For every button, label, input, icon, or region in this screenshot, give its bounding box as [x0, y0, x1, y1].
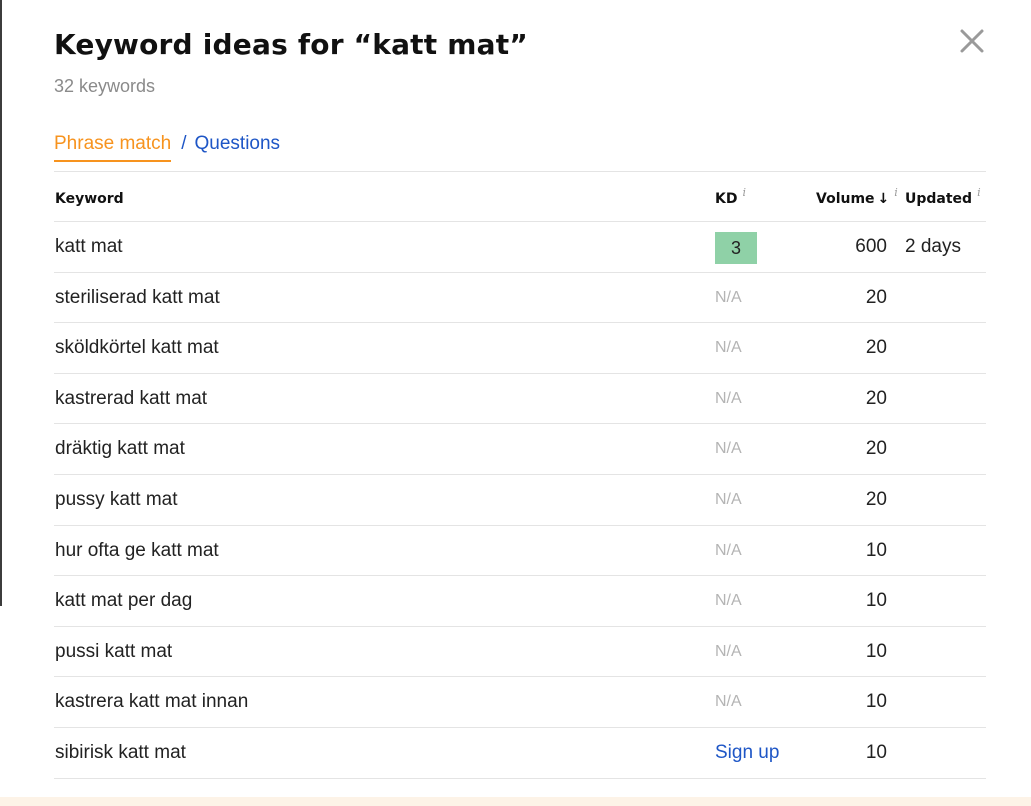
match-type-tabs: Phrase match / Questions	[54, 133, 280, 162]
keyword-cell[interactable]: pussi katt mat	[55, 641, 172, 663]
keyword-header-label: Keyword	[55, 191, 124, 207]
keyword-cell[interactable]: sköldkörtel katt mat	[55, 337, 219, 359]
table-row[interactable]: steriliserad katt mat N/A 20	[54, 273, 986, 324]
table-row[interactable]: sibirisk katt mat Sign up 10	[54, 728, 986, 779]
keyword-count: 32 keywords	[54, 76, 156, 96]
updated-cell: 2 days	[905, 236, 961, 257]
volume-cell: 20	[865, 438, 887, 460]
table-row[interactable]: dräktig katt mat N/A 20	[54, 424, 986, 475]
column-header-kd[interactable]: KD i	[715, 186, 746, 207]
kd-cell: N/A	[715, 339, 742, 357]
close-button[interactable]	[957, 26, 987, 56]
table-row[interactable]: pussi katt mat N/A 10	[54, 627, 986, 678]
kd-cell: N/A	[715, 490, 742, 508]
keyword-cell[interactable]: katt mat	[55, 236, 123, 258]
volume-cell: 10	[865, 640, 887, 662]
volume-header-label: Volume	[816, 191, 875, 207]
table-row[interactable]: sköldkörtel katt mat N/A 20	[54, 323, 986, 374]
keyword-cell[interactable]: dräktig katt mat	[55, 438, 185, 460]
bottom-banner-strip	[0, 797, 1031, 806]
kd-cell: N/A	[715, 693, 742, 711]
table-row[interactable]: pussy katt mat N/A 20	[54, 475, 986, 526]
volume-cell: 20	[865, 488, 887, 510]
table-row[interactable]: katt mat 3 600 2 days	[54, 222, 986, 273]
volume-cell: 10	[865, 590, 887, 612]
modal-title: Keyword ideas for “katt mat”	[54, 28, 528, 61]
kd-score-badge: 3	[715, 232, 757, 264]
sign-up-link[interactable]: Sign up	[715, 742, 779, 764]
table-row[interactable]: katt mat per dag N/A 10	[54, 576, 986, 627]
updated-header-label: Updated	[905, 191, 973, 207]
table-row[interactable]: kastrerad katt mat N/A 20	[54, 374, 986, 425]
volume-cell: 20	[865, 286, 887, 308]
volume-cell: 20	[865, 337, 887, 359]
volume-cell: 20	[865, 387, 887, 409]
kd-header-label: KD	[715, 191, 738, 207]
tab-phrase-match[interactable]: Phrase match	[54, 133, 172, 162]
keyword-cell[interactable]: kastrerad katt mat	[55, 388, 207, 410]
column-header-updated[interactable]: Updated i	[905, 186, 981, 207]
keyword-cell[interactable]: kastrera katt mat innan	[55, 691, 248, 713]
table-row[interactable]: kastrera katt mat innan N/A 10	[54, 677, 986, 728]
keyword-cell[interactable]: sibirisk katt mat	[55, 742, 186, 764]
keyword-cell[interactable]: pussy katt mat	[55, 489, 178, 511]
table-body: katt mat 3 600 2 days steriliserad katt mat N…	[54, 222, 986, 779]
kd-cell: N/A	[715, 592, 742, 610]
keyword-cell[interactable]: katt mat per dag	[55, 590, 192, 612]
column-header-keyword: Keyword	[55, 191, 124, 207]
kd-cell: N/A	[715, 642, 742, 660]
volume-cell: 10	[865, 691, 887, 713]
info-icon[interactable]: i	[977, 186, 981, 199]
keyword-ideas-modal: Keyword ideas for “katt mat” 32 keywords…	[0, 0, 1031, 806]
kd-cell: N/A	[715, 389, 742, 407]
tab-separator: /	[181, 133, 187, 154]
info-icon[interactable]: i	[742, 186, 746, 199]
info-icon[interactable]: i	[894, 186, 898, 199]
column-header-volume[interactable]: Volume ↓ i	[816, 186, 898, 207]
kd-cell: N/A	[715, 541, 742, 559]
table-row[interactable]: hur ofta ge katt mat N/A 10	[54, 526, 986, 577]
close-icon	[960, 29, 984, 53]
table-header: Keyword KD i Volume ↓ i Updated i	[54, 171, 986, 222]
kd-cell: N/A	[715, 288, 742, 306]
keyword-cell[interactable]: hur ofta ge katt mat	[55, 540, 219, 562]
kd-cell: N/A	[715, 440, 742, 458]
tab-questions[interactable]: Questions	[195, 133, 281, 155]
volume-cell: 600	[855, 236, 887, 257]
volume-cell: 10	[865, 539, 887, 561]
sort-down-arrow-icon: ↓	[877, 191, 890, 207]
keyword-cell[interactable]: steriliserad katt mat	[55, 287, 220, 309]
volume-cell: 10	[865, 741, 887, 763]
keywords-table: Keyword KD i Volume ↓ i Updated i katt m…	[54, 171, 986, 779]
